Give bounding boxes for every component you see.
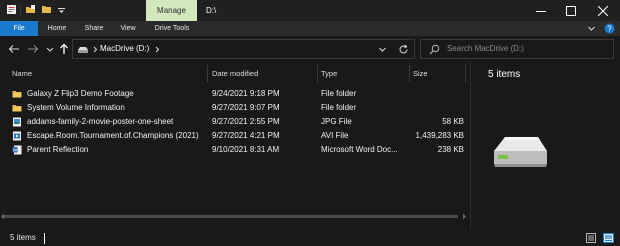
chevron-right-icon[interactable] xyxy=(153,45,161,54)
scroll-right-icon[interactable] xyxy=(462,213,467,220)
file-size: 1,439,283 KB xyxy=(415,131,464,140)
navigation-bar: MacDrive (D:) Search MacDrive (D:) xyxy=(0,36,620,62)
minimize-button[interactable] xyxy=(529,0,553,21)
search-box[interactable]: Search MacDrive (D:) xyxy=(420,39,614,59)
quick-access-divider xyxy=(20,5,21,15)
search-icon xyxy=(429,44,440,55)
file-row[interactable]: System Volume Information 9/27/2021 9:07… xyxy=(0,101,470,115)
chevron-right-icon[interactable] xyxy=(91,45,99,54)
file-size: 58 KB xyxy=(442,117,464,126)
folder-icon xyxy=(12,103,22,113)
forward-arrow-icon[interactable] xyxy=(27,43,39,55)
file-name: addams-family-2-movie-poster-one-sheet xyxy=(27,117,174,126)
chevron-down-icon[interactable] xyxy=(378,45,387,54)
file-type: File folder xyxy=(321,89,357,98)
tab-file[interactable]: File xyxy=(0,21,38,36)
file-row[interactable]: addams-family-2-movie-poster-one-sheet 9… xyxy=(0,115,470,129)
file-list: Name Date modified Type Size Galaxy Z Fl… xyxy=(0,62,470,230)
recent-locations-icon[interactable] xyxy=(46,43,54,55)
folder-icon[interactable] xyxy=(41,4,52,15)
up-arrow-icon[interactable] xyxy=(58,43,70,55)
text-cursor xyxy=(44,233,45,244)
details-item-count: 5 items xyxy=(488,69,521,80)
file-date: 9/27/2021 9:07 PM xyxy=(212,103,280,112)
large-icons-view-icon[interactable] xyxy=(603,233,614,243)
file-name: System Volume Information xyxy=(27,103,125,112)
drive-icon xyxy=(77,45,89,54)
title-bar: Manage D:\ xyxy=(0,0,620,21)
file-type: Microsoft Word Doc... xyxy=(321,145,398,154)
file-size: 238 KB xyxy=(437,145,464,154)
file-name: Escape.Room.Tournament.of.Champions (202… xyxy=(27,131,199,140)
video-file-icon xyxy=(12,131,22,141)
back-arrow-icon[interactable] xyxy=(8,43,20,55)
status-bar: 5 items xyxy=(0,230,620,246)
expand-ribbon-icon[interactable] xyxy=(587,24,596,33)
properties-icon[interactable] xyxy=(6,4,17,15)
column-header-date-modified[interactable]: Date modified xyxy=(212,65,317,82)
column-divider[interactable] xyxy=(465,65,466,82)
svg-text:?: ? xyxy=(607,24,612,33)
column-divider[interactable] xyxy=(317,65,318,82)
column-header-size[interactable]: Size xyxy=(413,65,463,82)
file-name: Galaxy Z Flip3 Demo Footage xyxy=(27,89,134,98)
file-type: File folder xyxy=(321,103,357,112)
file-name: Parent Reflection xyxy=(27,145,89,154)
details-view-icon[interactable] xyxy=(586,233,596,243)
word-document-icon: W xyxy=(12,145,22,155)
file-row[interactable]: Escape.Room.Tournament.of.Champions (202… xyxy=(0,129,470,143)
file-row[interactable]: W Parent Reflection 9/10/2021 8:31 AM Mi… xyxy=(0,143,470,157)
details-pane: 5 items xyxy=(470,62,620,230)
file-date: 9/27/2021 2:55 PM xyxy=(212,117,280,126)
column-divider[interactable] xyxy=(409,65,410,82)
tab-drive-tools[interactable]: Drive Tools xyxy=(148,21,196,36)
tab-view[interactable]: View xyxy=(117,21,139,36)
ribbon-tabs: File Home Share View Drive Tools ? xyxy=(0,21,620,36)
window-title: D:\ xyxy=(206,6,217,15)
new-folder-icon[interactable] xyxy=(25,4,36,15)
file-row[interactable]: Galaxy Z Flip3 Demo Footage 9/24/2021 9:… xyxy=(0,87,470,101)
column-header-name[interactable]: Name xyxy=(12,65,207,82)
tab-share[interactable]: Share xyxy=(80,21,108,36)
address-bar[interactable]: MacDrive (D:) xyxy=(72,39,415,59)
file-date: 9/24/2021 9:18 PM xyxy=(212,89,280,98)
column-divider[interactable] xyxy=(207,65,208,82)
file-type: JPG File xyxy=(321,117,352,126)
column-header-type[interactable]: Type xyxy=(321,65,411,82)
manage-tab[interactable]: Manage xyxy=(146,0,197,21)
status-item-count: 5 items xyxy=(10,233,36,242)
scrollbar-thumb[interactable] xyxy=(4,215,458,218)
hard-drive-icon xyxy=(491,134,549,170)
file-type: AVI File xyxy=(321,131,349,140)
file-date: 9/27/2021 4:21 PM xyxy=(212,131,280,140)
breadcrumb-drive[interactable]: MacDrive (D:) xyxy=(100,40,149,58)
search-placeholder: Search MacDrive (D:) xyxy=(447,44,524,53)
help-icon[interactable]: ? xyxy=(604,23,615,34)
refresh-icon[interactable] xyxy=(398,44,409,55)
maximize-button[interactable] xyxy=(559,0,583,21)
file-date: 9/10/2021 8:31 AM xyxy=(212,145,280,154)
tab-home[interactable]: Home xyxy=(44,21,70,36)
horizontal-scrollbar[interactable] xyxy=(0,212,470,220)
chevron-down-icon[interactable] xyxy=(57,6,66,15)
image-file-icon xyxy=(12,117,22,127)
folder-icon xyxy=(12,89,22,99)
close-button[interactable] xyxy=(591,0,615,21)
